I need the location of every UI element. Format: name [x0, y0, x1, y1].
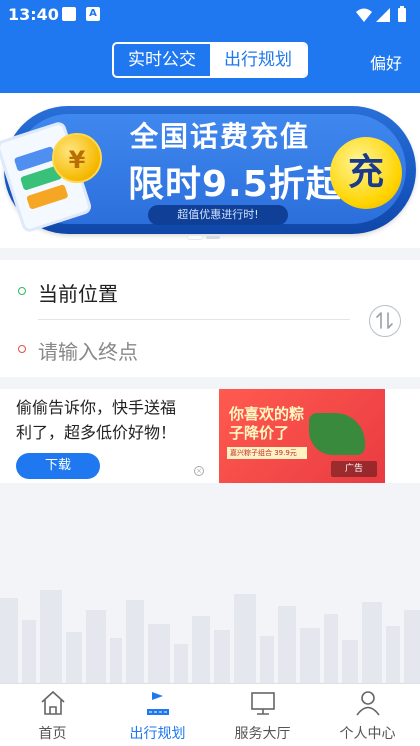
ad-image-chip: 嘉兴粽子组合 39.9元: [227, 447, 307, 459]
origin-field[interactable]: 当前位置: [38, 278, 118, 307]
swap-route-button[interactable]: [369, 305, 401, 337]
signal-icon: [376, 8, 390, 22]
home-icon: [40, 690, 65, 715]
ad-image-headline: 你喜欢的粽子降价了: [229, 405, 305, 442]
status-bar: 13:40 A: [0, 0, 420, 30]
tab-home-label: 首页: [38, 726, 67, 742]
tab-trip-plan-label: 出行规划: [129, 726, 186, 742]
ad-image[interactable]: 你喜欢的粽子降价了 嘉兴粽子组合 39.9元 广告: [219, 389, 385, 483]
swap-arrows-icon: [376, 312, 393, 329]
monitor-icon: [250, 692, 275, 715]
banner-note: 超值优惠进行时!: [148, 205, 288, 225]
user-icon: [355, 691, 380, 716]
banner-title: 全国话费充值: [130, 120, 311, 153]
destination-dot-icon: [18, 345, 26, 353]
banner-pagination: [188, 236, 220, 239]
tab-home[interactable]: 首页: [0, 684, 105, 746]
mode-segmented-control: 实时公交 出行规划: [112, 42, 308, 78]
ad-label: 广告: [331, 461, 377, 477]
tab-profile-label: 个人中心: [339, 726, 396, 742]
ad-close-icon[interactable]: ×: [194, 466, 204, 476]
tab-service-hall[interactable]: 服务大厅: [210, 684, 315, 746]
bottom-tab-bar: 首页 出行规划 服务大厅 个人中心: [0, 683, 420, 746]
system-status-icons: [356, 6, 406, 22]
field-divider: [38, 319, 350, 320]
zongzi-illustration: [309, 413, 365, 455]
pagination-dot-active: [188, 236, 202, 239]
preferences-button[interactable]: 偏好: [370, 50, 402, 74]
promo-banner[interactable]: ¥ 全国话费充值 限时9.5折起 超值优惠进行时! 充: [0, 93, 420, 248]
battery-icon: [398, 8, 406, 22]
route-input-card: 当前位置 请输入终点: [0, 260, 420, 377]
tab-realtime-bus[interactable]: 实时公交: [114, 44, 210, 76]
wifi-icon: [356, 8, 372, 22]
app-notification-icon: A: [86, 7, 100, 21]
city-skyline-illustration: [0, 590, 420, 683]
recharge-badge-icon: 充: [330, 137, 402, 209]
banner-subtitle: 限时9.5折起: [128, 164, 343, 205]
tab-trip-plan[interactable]: 出行规划: [105, 684, 210, 746]
top-header: 实时公交 出行规划 偏好: [0, 30, 420, 93]
ad-download-button[interactable]: 下载: [16, 453, 100, 479]
origin-dot-icon: [18, 287, 26, 295]
tab-service-hall-label: 服务大厅: [234, 726, 291, 742]
ad-card[interactable]: 偷偷告诉你，快手送福利了，超多低价好物！ 下载 × 你喜欢的粽子降价了 嘉兴粽子…: [0, 389, 420, 483]
pagination-dot: [206, 236, 220, 239]
route-plan-icon: [146, 692, 169, 715]
notification-icon: [62, 7, 76, 21]
tab-profile[interactable]: 个人中心: [315, 684, 420, 746]
ad-text: 偷偷告诉你，快手送福利了，超多低价好物！: [16, 398, 177, 442]
yuan-coin-icon: ¥: [52, 133, 102, 183]
status-time: 13:40: [8, 5, 59, 24]
tab-trip-planning[interactable]: 出行规划: [210, 44, 306, 76]
destination-input[interactable]: 请输入终点: [38, 336, 138, 365]
